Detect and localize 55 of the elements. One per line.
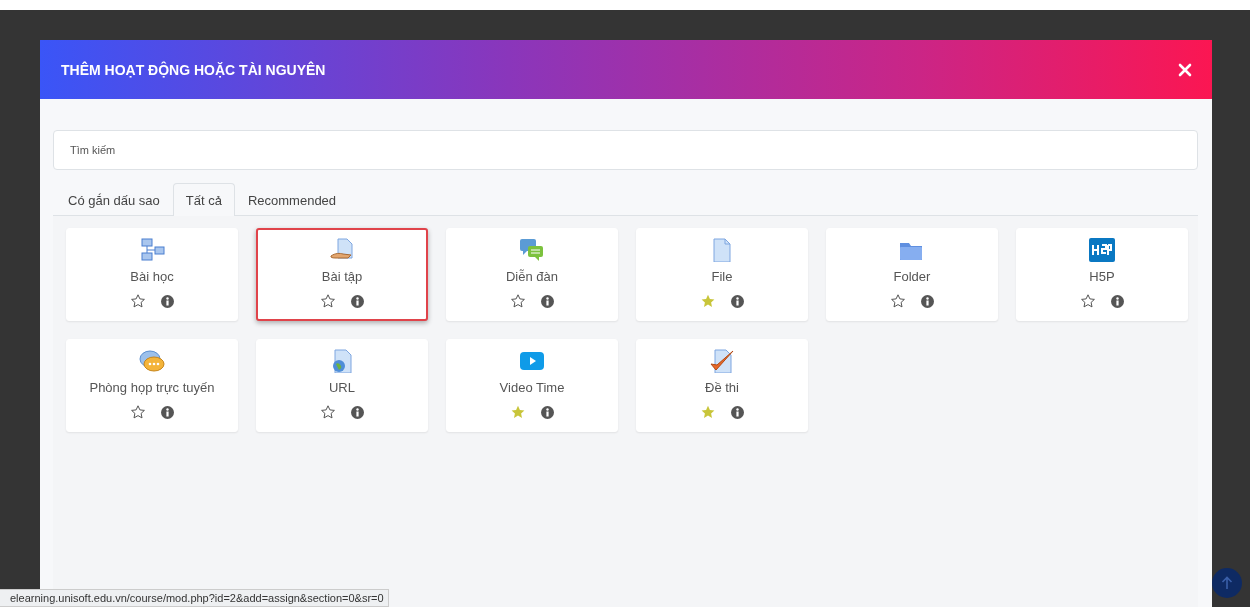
- status-bar-url: elearning.unisoft.edu.vn/course/mod.php?id=2&add=assign&section=0&sr=0: [0, 589, 389, 607]
- activity-label: Bài học: [130, 269, 174, 284]
- activity-card[interactable]: H5P: [1016, 228, 1188, 321]
- chat-bubbles-icon: [139, 349, 165, 373]
- activity-label: Diễn đàn: [505, 269, 558, 284]
- close-icon[interactable]: [1178, 62, 1192, 77]
- star-icon[interactable]: [510, 294, 525, 308]
- activity-card[interactable]: File: [636, 228, 808, 321]
- activity-card[interactable]: Bài học: [66, 228, 238, 321]
- modal-title: THÊM HOẠT ĐỘNG HOẶC TÀI NGUYÊN: [61, 61, 326, 78]
- tab[interactable]: Recommended: [234, 183, 350, 216]
- star-icon[interactable]: [130, 405, 145, 419]
- info-icon[interactable]: [540, 405, 554, 419]
- activity-card[interactable]: Folder: [826, 228, 998, 321]
- logo-icon: [1089, 238, 1115, 262]
- tab[interactable]: Có gắn dấu sao: [55, 183, 173, 216]
- activity-label: Video Time: [499, 380, 565, 395]
- star-icon[interactable]: [700, 405, 715, 419]
- info-icon[interactable]: [160, 405, 174, 419]
- arrow-up-icon: [1221, 576, 1233, 590]
- info-icon[interactable]: [160, 294, 174, 308]
- star-icon[interactable]: [320, 405, 335, 419]
- star-icon[interactable]: [130, 294, 145, 308]
- activity-card[interactable]: Phòng họp trực tuyến: [66, 339, 238, 432]
- star-icon[interactable]: [320, 294, 335, 308]
- info-icon[interactable]: [920, 294, 934, 308]
- activity-label: Bài tập: [321, 269, 363, 284]
- activity-card[interactable]: Đề thi: [636, 339, 808, 432]
- activity-label: File: [711, 269, 733, 284]
- star-icon[interactable]: [1080, 294, 1095, 308]
- activity-label: URL: [329, 380, 355, 395]
- tab[interactable]: Tất cả: [172, 183, 235, 216]
- star-icon[interactable]: [700, 294, 715, 308]
- flowchart-icon: [139, 238, 165, 262]
- search-field[interactable]: Tìm kiếm: [53, 130, 1198, 170]
- info-icon[interactable]: [350, 294, 364, 308]
- activity-label: Phòng họp trực tuyến: [89, 380, 215, 395]
- star-icon[interactable]: [510, 405, 525, 419]
- activity-label: Đề thi: [705, 380, 739, 395]
- activity-card[interactable]: URL: [256, 339, 428, 432]
- activity-card[interactable]: Diễn đàn: [446, 228, 618, 321]
- activity-label: Folder: [893, 269, 931, 284]
- activity-card[interactable]: Bài tập: [256, 228, 428, 321]
- checklist-icon: [709, 349, 735, 373]
- info-icon[interactable]: [730, 294, 744, 308]
- document-hand-icon: [329, 238, 355, 262]
- star-icon[interactable]: [890, 294, 905, 308]
- activity-label: H5P: [1089, 269, 1115, 284]
- info-icon[interactable]: [350, 405, 364, 419]
- play-button-icon: [519, 349, 545, 373]
- info-icon[interactable]: [540, 294, 554, 308]
- activity-card[interactable]: Video Time: [446, 339, 618, 432]
- info-icon[interactable]: [730, 405, 744, 419]
- info-icon[interactable]: [1110, 294, 1124, 308]
- chat-bubbles-icon: [519, 238, 545, 262]
